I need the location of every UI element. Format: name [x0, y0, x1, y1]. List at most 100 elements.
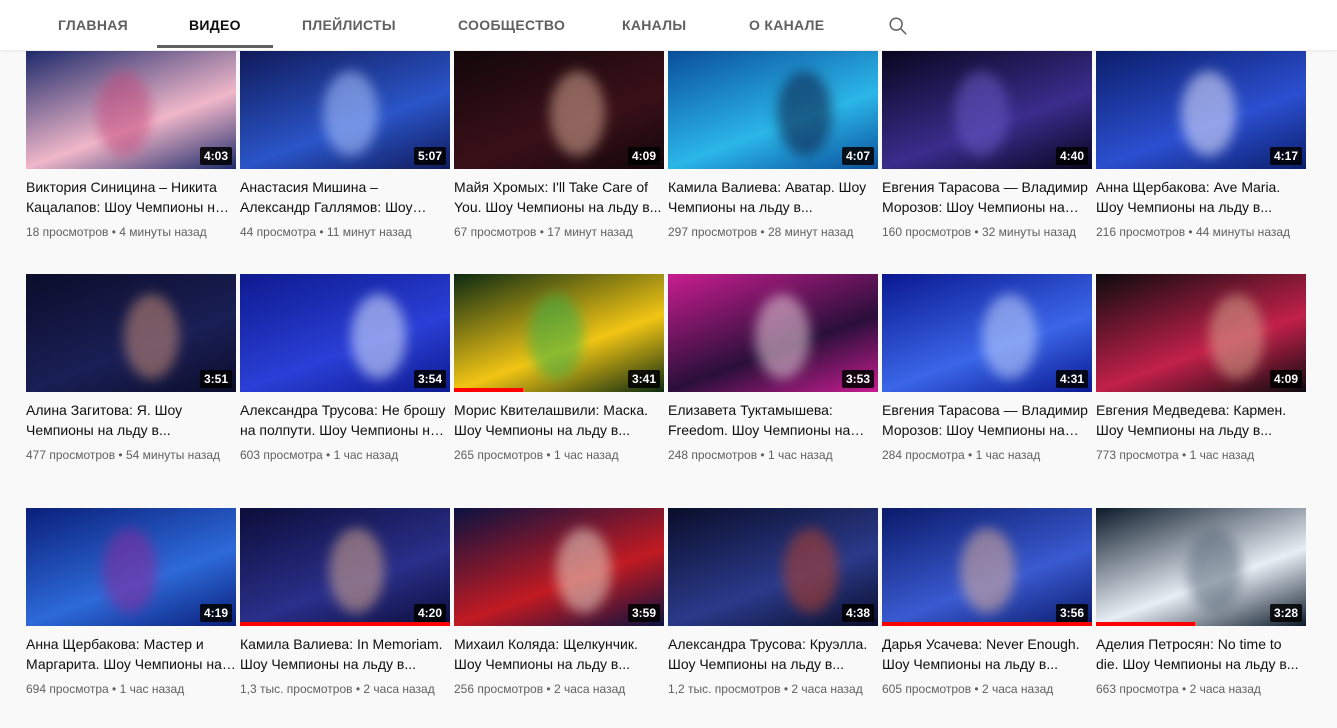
- video-thumbnail[interactable]: 3:41: [454, 274, 664, 392]
- video-card[interactable]: 4:07 Камила Валиева: Аватар. Шоу Чемпионы…: [668, 51, 878, 241]
- upload-time: 54 минуты назад: [125, 448, 221, 462]
- video-thumbnail[interactable]: 4:19: [26, 508, 236, 626]
- video-card[interactable]: 3:53 Елизавета Туктамышева: Freedom. Шоу …: [668, 274, 878, 464]
- video-title[interactable]: Евгения Тарасова — Владимир Морозов: Шоу…: [882, 177, 1092, 217]
- upload-time: 2 часа назад: [791, 682, 863, 696]
- video-title[interactable]: Морис Квителашвили: Маска. Шоу Чемпионы …: [454, 400, 664, 440]
- video-card[interactable]: 3:54 Александра Трусова: Не брошу на полп…: [240, 274, 450, 464]
- video-thumbnail[interactable]: 4:38: [668, 508, 878, 626]
- video-card[interactable]: 3:28 Аделия Петросян: No time to die. Шоу…: [1096, 508, 1306, 698]
- upload-time: 44 минуты назад: [1195, 225, 1291, 239]
- video-thumbnail[interactable]: 4:07: [668, 51, 878, 169]
- video-thumbnail[interactable]: 3:54: [240, 274, 450, 392]
- video-card[interactable]: 3:59 Михаил Коляда: Щелкунчик. Шоу Чемпио…: [454, 508, 664, 698]
- video-card[interactable]: 4:17 Анна Щербакова: Ave Maria. Шоу Чемпи…: [1096, 51, 1306, 241]
- video-metadata: 605 просмотров • 2 часа назад: [882, 680, 1092, 698]
- video-thumbnail[interactable]: 3:51: [26, 274, 236, 392]
- video-title[interactable]: Майя Хромых: I'll Take Care of You. Шоу …: [454, 177, 664, 217]
- thumbnail-figure: [323, 71, 378, 156]
- video-title[interactable]: Елизавета Туктамышева: Freedom. Шоу Чемп…: [668, 400, 878, 440]
- video-metadata: 1,2 тыс. просмотров • 2 часа назад: [668, 680, 878, 698]
- video-title[interactable]: Аделия Петросян: No time to die. Шоу Чем…: [1096, 634, 1306, 674]
- thumbnail-figure: [783, 528, 838, 613]
- video-card[interactable]: 4:20 Камила Валиева: In Memoriam. Шоу Чем…: [240, 508, 450, 698]
- video-card[interactable]: 3:56 Дарья Усачева: Never Enough. Шоу Чем…: [882, 508, 1092, 698]
- video-thumbnail[interactable]: 3:53: [668, 274, 878, 392]
- video-metadata: 603 просмотра • 1 час назад: [240, 446, 450, 464]
- video-title[interactable]: Анна Щербакова: Мастер и Маргарита. Шоу …: [26, 634, 236, 674]
- video-title[interactable]: Виктория Синицина – Никита Кацалапов: Шо…: [26, 177, 236, 217]
- video-thumbnail[interactable]: 4:09: [1096, 274, 1306, 392]
- video-card[interactable]: 4:31 Евгения Тарасова — Владимир Морозов:…: [882, 274, 1092, 464]
- video-card[interactable]: 3:41 Морис Квителашвили: Маска. Шоу Чемпи…: [454, 274, 664, 464]
- video-card[interactable]: 3:51 Алина Загитова: Я. Шоу Чемпионы на л…: [26, 274, 236, 464]
- video-thumbnail[interactable]: 4:17: [1096, 51, 1306, 169]
- video-thumbnail[interactable]: 3:56: [882, 508, 1092, 626]
- video-metadata: 284 просмотра • 1 час назад: [882, 446, 1092, 464]
- view-count: 603 просмотра: [240, 448, 323, 462]
- upload-time: 1 час назад: [1189, 448, 1255, 462]
- meta-separator: •: [536, 225, 548, 239]
- video-duration: 4:31: [1055, 370, 1088, 388]
- video-thumbnail[interactable]: 3:59: [454, 508, 664, 626]
- video-card[interactable]: 5:07 Анастасия Мишина – Александр Галлямо…: [240, 51, 450, 241]
- view-count: 216 просмотров: [1096, 225, 1186, 239]
- meta-separator: •: [543, 448, 554, 462]
- thumbnail-figure: [960, 528, 1015, 613]
- tab-playlists[interactable]: ПЛЕЙЛИСТЫ: [302, 0, 396, 48]
- thumbnail-figure: [96, 71, 151, 156]
- video-card[interactable]: 4:09 Майя Хромых: I'll Take Care of You. …: [454, 51, 664, 241]
- meta-separator: •: [543, 682, 554, 696]
- tab-community[interactable]: СООБЩЕСТВО: [458, 0, 565, 48]
- upload-time: 1 час назад: [119, 682, 185, 696]
- video-card[interactable]: 4:38 Александра Трусова: Круэлла. Шоу Чем…: [668, 508, 878, 698]
- tab-home[interactable]: ГЛАВНАЯ: [58, 0, 128, 48]
- watch-progress-bar: [882, 622, 1092, 626]
- video-title[interactable]: Алина Загитова: Я. Шоу Чемпионы на льду …: [26, 400, 236, 440]
- thumbnail-figure: [954, 71, 1009, 156]
- video-metadata: 663 просмотра • 2 часа назад: [1096, 680, 1306, 698]
- video-title[interactable]: Дарья Усачева: Never Enough. Шоу Чемпион…: [882, 634, 1092, 674]
- video-thumbnail[interactable]: 4:03: [26, 51, 236, 169]
- video-title[interactable]: Анастасия Мишина – Александр Галлямов: Ш…: [240, 177, 450, 217]
- video-title[interactable]: Камила Валиева: Аватар. Шоу Чемпионы на …: [668, 177, 878, 217]
- video-title[interactable]: Александра Трусова: Не брошу на полпути.…: [240, 400, 450, 440]
- video-thumbnail[interactable]: 3:28: [1096, 508, 1306, 626]
- meta-separator: •: [964, 448, 976, 462]
- video-metadata: 160 просмотров • 32 минуты назад: [882, 223, 1092, 241]
- video-duration: 4:40: [1055, 147, 1088, 165]
- channel-tabs: ГЛАВНАЯ ВИДЕО ПЛЕЙЛИСТЫ СООБЩЕСТВО КАНАЛ…: [0, 0, 1337, 50]
- upload-time: 2 часа назад: [981, 682, 1054, 696]
- video-title[interactable]: Александра Трусова: Круэлла. Шоу Чемпион…: [668, 634, 878, 674]
- view-count: 160 просмотров: [882, 225, 972, 239]
- video-duration: 4:19: [199, 604, 232, 622]
- tab-about[interactable]: О КАНАЛЕ: [749, 0, 824, 48]
- video-title[interactable]: Евгения Тарасова — Владимир Морозов: Шоу…: [882, 400, 1092, 440]
- video-thumbnail[interactable]: 5:07: [240, 51, 450, 169]
- video-thumbnail[interactable]: 4:09: [454, 51, 664, 169]
- thumbnail-figure: [102, 528, 157, 613]
- video-duration: 5:07: [413, 147, 446, 165]
- video-metadata: 265 просмотров • 1 час назад: [454, 446, 664, 464]
- thumbnail-figure: [1187, 528, 1242, 613]
- search-icon[interactable]: [887, 15, 909, 37]
- meta-separator: •: [352, 682, 364, 696]
- video-card[interactable]: 4:19 Анна Щербакова: Мастер и Маргарита. …: [26, 508, 236, 698]
- thumbnail-figure: [982, 294, 1037, 379]
- upload-time: 17 минут назад: [547, 225, 633, 239]
- video-title[interactable]: Евгения Медведева: Кармен. Шоу Чемпионы …: [1096, 400, 1306, 440]
- video-title[interactable]: Камила Валиева: In Memoriam. Шоу Чемпион…: [240, 634, 450, 674]
- video-thumbnail[interactable]: 4:31: [882, 274, 1092, 392]
- tab-channels[interactable]: КАНАЛЫ: [622, 0, 686, 48]
- video-card[interactable]: 4:09 Евгения Медведева: Кармен. Шоу Чемпи…: [1096, 274, 1306, 464]
- view-count: 284 просмотра: [882, 448, 965, 462]
- video-duration: 3:41: [627, 370, 660, 388]
- video-title[interactable]: Анна Щербакова: Ave Maria. Шоу Чемпионы …: [1096, 177, 1306, 217]
- video-title[interactable]: Михаил Коляда: Щелкунчик. Шоу Чемпионы н…: [454, 634, 664, 674]
- view-count: 773 просмотра: [1096, 448, 1179, 462]
- video-thumbnail[interactable]: 4:20: [240, 508, 450, 626]
- video-thumbnail[interactable]: 4:40: [882, 51, 1092, 169]
- tab-videos[interactable]: ВИДЕО: [157, 0, 273, 48]
- video-card[interactable]: 4:03 Виктория Синицина – Никита Кацалапов…: [26, 51, 236, 241]
- video-card[interactable]: 4:40 Евгения Тарасова — Владимир Морозов:…: [882, 51, 1092, 241]
